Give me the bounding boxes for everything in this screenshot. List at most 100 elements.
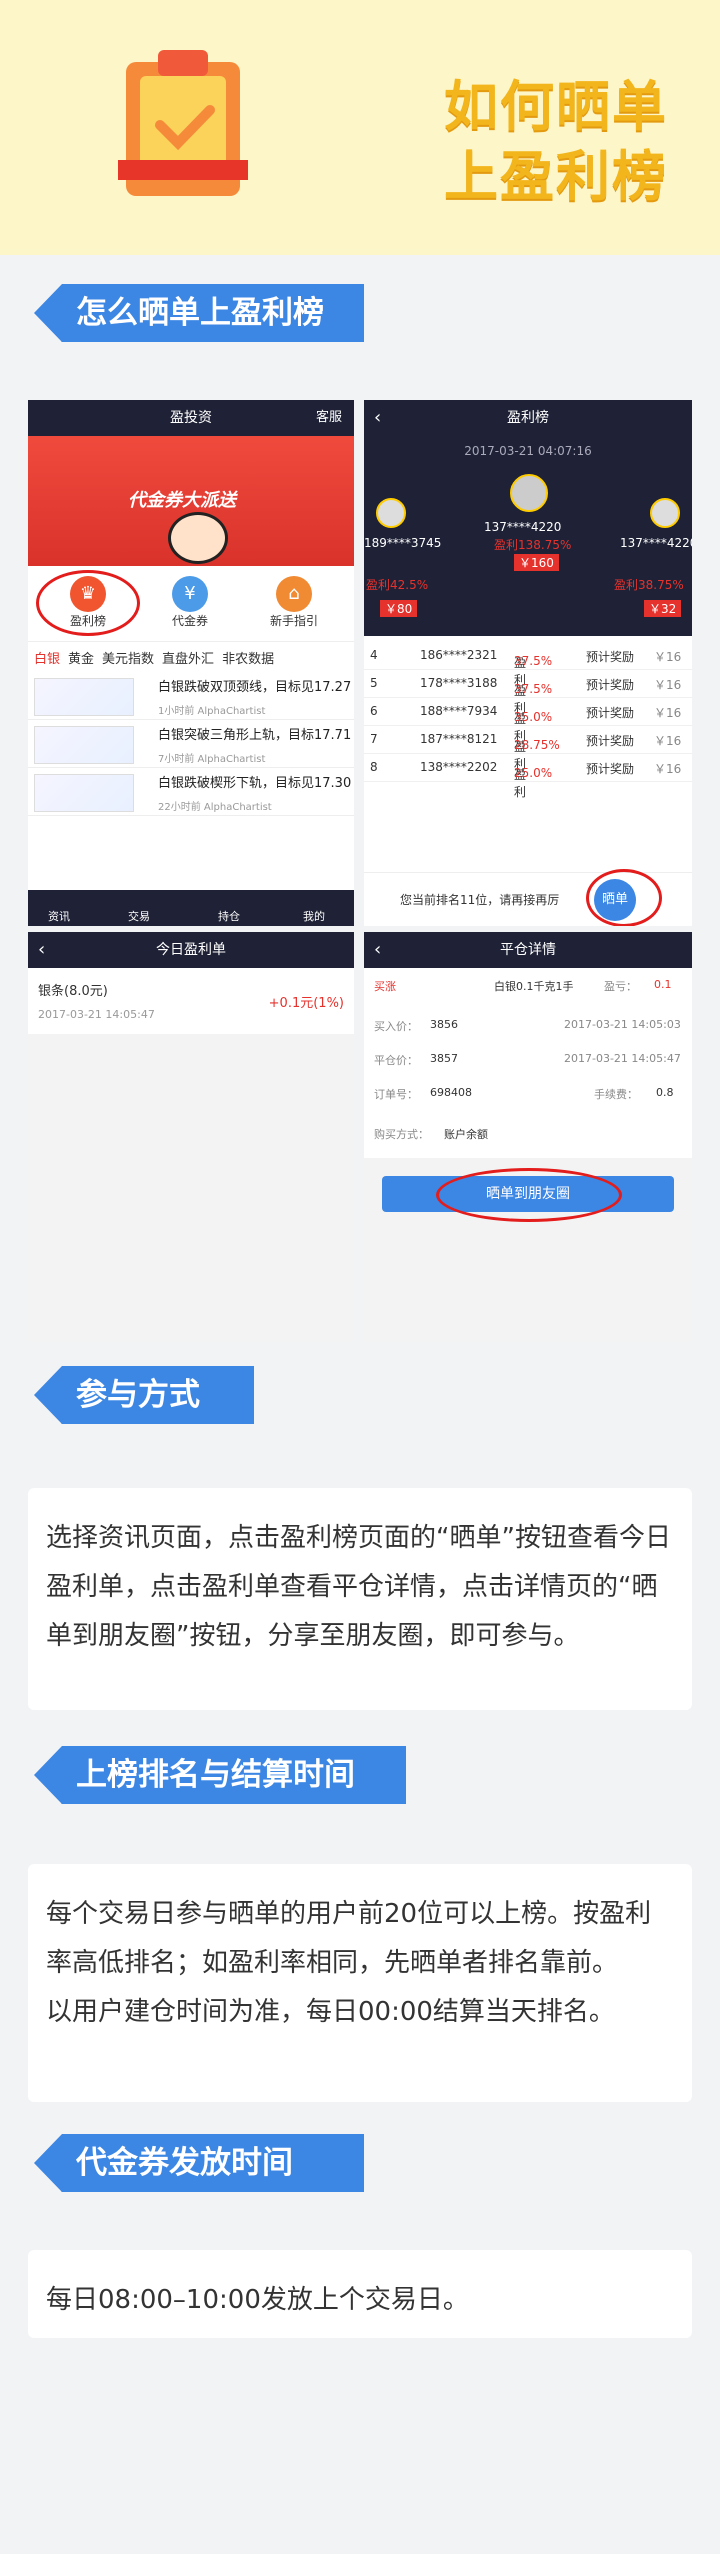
- section-banner-join: 参与方式: [34, 1366, 254, 1424]
- rank-row[interactable]: 8 138****2202 盈利 25.0% 预计奖励 ￥16: [364, 754, 692, 799]
- title-line2: 上盈利榜: [444, 145, 668, 208]
- news-meta: 22小时前 AlphaChartist: [158, 802, 272, 813]
- tab-nfp[interactable]: 非农数据: [222, 648, 274, 667]
- rank-row[interactable]: 6 188****7934 盈利 35.0% 预计奖励 ￥16: [364, 698, 692, 743]
- chart-thumb: [34, 726, 134, 764]
- nav-trade[interactable]: 交易: [128, 908, 150, 924]
- ranking-date: 2017-03-21 04:07:16: [464, 444, 592, 458]
- bottom-nav: 资讯 交易 持仓 我的: [28, 890, 354, 926]
- join-card: 选择资讯页面，点击盈利榜页面的“晒单”按钮查看今日盈利单，点击盈利单查看平仓详情…: [28, 1488, 692, 1710]
- chart-thumb: [34, 678, 134, 716]
- nav-position[interactable]: 持仓: [218, 908, 240, 924]
- news-item[interactable]: 白银突破三角形上轨，目标17.71 7小时前 AlphaChartist: [28, 720, 354, 768]
- category-tabs: 白银 黄金 美元指数 直盘外汇 非农数据: [34, 648, 354, 670]
- news-meta: 1小时前 AlphaChartist: [158, 706, 266, 717]
- screen-home: 盈投资 客服 代金券大派送 ♛ 盈利榜 ¥ 代金券 ⌂ 新手指引 白银 黄金 美元指数 直盘外…: [28, 400, 354, 926]
- settle-text: 以用户建仓时间为准，每日00:00结算当天排名。: [46, 1997, 615, 2027]
- news-item[interactable]: 白银跌破双顶颈线，目标见17.27 1小时前 AlphaChartist: [28, 672, 354, 720]
- orders-title: 今日盈利单: [156, 942, 226, 958]
- highlight-circle: [586, 869, 662, 926]
- promo-text: 代金券大派送: [128, 490, 236, 511]
- close-time: 2017-03-21 14:05:47: [564, 1052, 681, 1065]
- ranking-topbar: ‹ 盈利榜: [364, 400, 692, 436]
- tab-forex[interactable]: 直盘外汇: [162, 648, 214, 667]
- buy-time: 2017-03-21 14:05:03: [564, 1018, 681, 1031]
- top-reward: ￥160: [514, 554, 559, 571]
- news-title: 白银突破三角形上轨，目标17.71: [158, 728, 352, 743]
- buy-price-label: 买入价：: [374, 1020, 418, 1033]
- highlight-circle: [36, 570, 140, 636]
- mascot-icon: [168, 512, 228, 564]
- pl-value: 0.1: [654, 978, 672, 991]
- detail-card: 买涨 白银0.1千克1手 盈亏： 0.1 买入价： 3856 2017-03-21 1…: [364, 968, 692, 1158]
- tab-usd[interactable]: 美元指数: [102, 648, 154, 667]
- news-title: 白银跌破楔形下轨，目标见17.30: [158, 776, 352, 791]
- promo-banner[interactable]: 代金券大派送: [28, 436, 354, 566]
- fee-label: 手续费：: [594, 1088, 638, 1101]
- buy-price: 3856: [430, 1018, 458, 1031]
- news-item[interactable]: 白银跌破楔形下轨，目标见17.30 22小时前 AlphaChartist: [28, 768, 354, 816]
- order-product: 银条(8.0元): [38, 984, 108, 999]
- quick-icons: ♛ 盈利榜 ¥ 代金券 ⌂ 新手指引: [28, 566, 354, 642]
- back-icon[interactable]: ‹: [374, 400, 381, 436]
- clipboard-icon: [118, 50, 248, 196]
- order-profit: +0.1元(1%): [268, 996, 344, 1011]
- coupon-text: 每日08:00–10:00发放上个交易日。: [46, 2285, 469, 2315]
- tab-gold[interactable]: 黄金: [68, 648, 94, 667]
- avatar: [510, 474, 548, 512]
- fee: 0.8: [656, 1086, 674, 1099]
- top-user: 189****3745: [364, 536, 442, 550]
- back-icon[interactable]: ‹: [38, 932, 45, 968]
- guide-icon: ⌂: [276, 576, 312, 612]
- section-banner-coupon: 代金券发放时间: [34, 2134, 364, 2192]
- podium: 2017-03-21 04:07:16 189****3745 137****4…: [364, 436, 692, 636]
- guide-entry[interactable]: ⌂ 新手指引: [254, 576, 334, 629]
- coupon-card: 每日08:00–10:00发放上个交易日。: [28, 2250, 692, 2338]
- detail-title: 平仓详情: [500, 942, 556, 958]
- rank-card: 每个交易日参与晒单的用户前20位可以上榜。按盈利率高低排名；如盈利率相同，先晒单…: [28, 1864, 692, 2102]
- screen-ranking: ‹ 盈利榜 2017-03-21 04:07:16 189****3745 137…: [364, 400, 692, 926]
- pl-label: 盈亏：: [604, 980, 637, 993]
- top-profit: 盈利138.75%: [494, 538, 572, 552]
- top-reward: ￥80: [380, 600, 418, 617]
- order-no-label: 订单号：: [374, 1088, 418, 1101]
- rank-text: 每个交易日参与晒单的用户前20位可以上榜。按盈利率高低排名；如盈利率相同，先晒单…: [46, 1899, 652, 1978]
- coupon-entry[interactable]: ¥ 代金券: [150, 576, 230, 629]
- ranking-title: 盈利榜: [507, 410, 549, 426]
- avatar: [650, 498, 680, 528]
- screen-close-detail: ‹ 平仓详情 买涨 白银0.1千克1手 盈亏： 0.1 买入价： 3856 2017-0…: [364, 932, 692, 1342]
- order-product: 白银0.1千克1手: [494, 980, 574, 993]
- home-topbar: 盈投资 客服: [28, 400, 354, 436]
- top-profit: 盈利42.5%: [366, 578, 429, 592]
- order-no: 698408: [430, 1086, 472, 1099]
- coupon-icon: ¥: [172, 576, 208, 612]
- order-item[interactable]: 银条(8.0元) 2017-03-21 14:05:47 +0.1元(1%): [28, 968, 354, 1034]
- top-profit: 盈利38.75%: [614, 578, 684, 592]
- top-user: 137****4220: [484, 520, 562, 534]
- nav-mine[interactable]: 我的: [303, 908, 325, 924]
- avatar: [376, 498, 406, 528]
- order-side: 买涨: [374, 980, 396, 993]
- my-rank-bar: 您当前排名11位，请再接再厉 晒单: [364, 869, 692, 926]
- my-rank-text: 您当前排名11位，请再接再厉: [400, 893, 560, 907]
- rank-row[interactable]: 5 178****3188 盈利 37.5% 预计奖励 ￥16: [364, 670, 692, 715]
- chart-thumb: [34, 774, 134, 812]
- back-icon[interactable]: ‹: [374, 932, 381, 968]
- tab-silver[interactable]: 白银: [34, 648, 60, 667]
- pay-method-label: 购买方式：: [374, 1128, 429, 1141]
- section-banner-how: 怎么晒单上盈利榜: [34, 284, 364, 342]
- service-link[interactable]: 客服: [316, 400, 342, 436]
- nav-news[interactable]: 资讯: [48, 908, 70, 924]
- pay-method: 账户余额: [444, 1128, 488, 1141]
- join-text: 选择资讯页面，点击盈利榜页面的“晒单”按钮查看今日盈利单，点击盈利单查看平仓详情…: [46, 1523, 671, 1651]
- news-meta: 7小时前 AlphaChartist: [158, 754, 266, 765]
- rank-row[interactable]: 4 186****2321 盈利 37.5% 预计奖励 ￥16: [364, 642, 692, 687]
- screen-today-orders: ‹ 今日盈利单 银条(8.0元) 2017-03-21 14:05:47 +0.1…: [28, 932, 354, 1342]
- top-user: 137****4220: [620, 536, 692, 550]
- rank-row[interactable]: 7 187****8121 盈利 28.75% 预计奖励 ￥16: [364, 726, 692, 771]
- orders-topbar: ‹ 今日盈利单: [28, 932, 354, 968]
- section-banner-rank: 上榜排名与结算时间: [34, 1746, 406, 1804]
- close-price: 3857: [430, 1052, 458, 1065]
- close-price-label: 平仓价：: [374, 1054, 418, 1067]
- title-line1: 如何晒单: [444, 75, 668, 138]
